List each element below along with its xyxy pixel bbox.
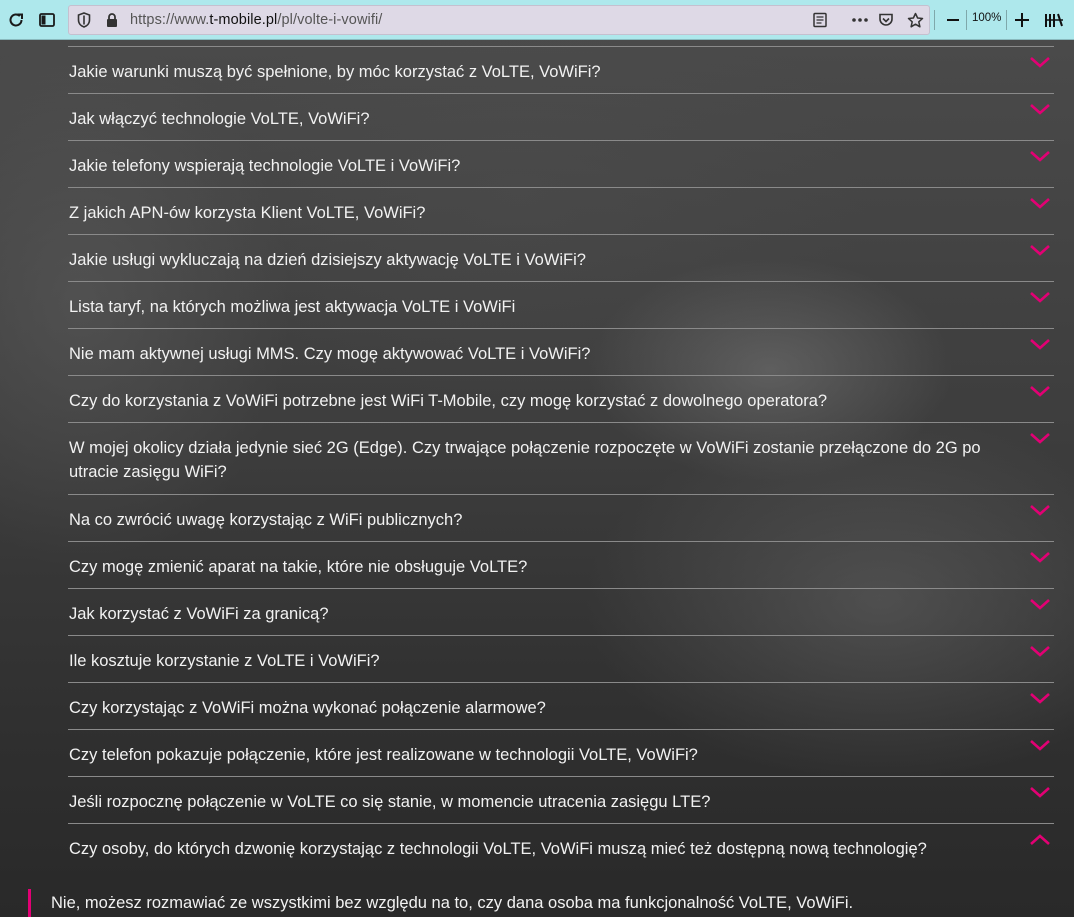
faq-question[interactable]: Jeśli rozpocznę połączenie w VoLTE co si… — [68, 777, 1054, 823]
zoom-in-icon[interactable] — [1010, 8, 1034, 32]
chevron-down-icon[interactable] — [1029, 102, 1051, 116]
faq-answer: Nie, możesz rozmawiać ze wszystkimi bez … — [28, 889, 928, 917]
faq-question[interactable]: Jak włączyć technologie VoLTE, VoWiFi? — [68, 94, 1054, 140]
chevron-down-icon[interactable] — [1029, 691, 1051, 705]
faq-question[interactable]: Jak korzystać z VoWiFi za granicą? — [68, 589, 1054, 635]
faq-question[interactable]: Czy osoby, do których dzwonię korzystają… — [68, 824, 1054, 870]
faq-item[interactable]: Lista taryf, na których możliwa jest akt… — [68, 281, 1054, 328]
chevron-down-icon[interactable] — [1029, 597, 1051, 611]
faq-question[interactable]: Ile kosztuje korzystanie z VoLTE i VoWiF… — [68, 636, 1054, 682]
chevron-down-icon[interactable] — [1029, 644, 1051, 658]
faq-item[interactable]: Jeśli rozpocznę połączenie w VoLTE co si… — [68, 776, 1054, 823]
page-content: Jakie warunki muszą być spełnione, by mó… — [0, 40, 1074, 917]
sidebar-icon[interactable] — [35, 8, 59, 32]
more-icon[interactable] — [851, 11, 869, 29]
chevron-down-icon[interactable] — [1029, 550, 1051, 564]
faq-item[interactable]: Ile kosztuje korzystanie z VoLTE i VoWiF… — [68, 635, 1054, 682]
address-bar[interactable]: https://www.t-mobile.pl/pl/volte-i-vowif… — [68, 5, 930, 35]
chevron-down-icon[interactable] — [1029, 503, 1051, 517]
chevron-down-icon[interactable] — [1029, 55, 1051, 69]
lock-icon[interactable] — [103, 11, 121, 29]
url-path: /pl/volte-i-vowifi/ — [277, 12, 383, 28]
faq-question[interactable]: Na co zwrócić uwagę korzystając z WiFi p… — [68, 495, 1054, 541]
bookmark-star-icon[interactable] — [906, 11, 924, 29]
chevron-down-icon[interactable] — [1029, 785, 1051, 799]
chevron-down-icon[interactable] — [1029, 290, 1051, 304]
faq-item[interactable]: Czy do korzystania z VoWiFi potrzebne je… — [68, 375, 1054, 422]
faq-item[interactable]: Jakie usługi wykluczają na dzień dzisiej… — [68, 234, 1054, 281]
faq-item[interactable]: Czy mogę zmienić aparat na takie, które … — [68, 541, 1054, 588]
faq-question[interactable]: Czy mogę zmienić aparat na takie, które … — [68, 542, 1054, 588]
faq-question[interactable]: Nie mam aktywnej usługi MMS. Czy mogę ak… — [68, 329, 1054, 375]
faq-item[interactable]: Czy osoby, do których dzwonię korzystają… — [68, 823, 1054, 870]
faq-item[interactable]: W mojej okolicy działa jedynie sieć 2G (… — [68, 422, 1054, 494]
chevron-down-icon[interactable] — [1029, 384, 1051, 398]
reload-icon[interactable] — [4, 8, 28, 32]
zoom-level[interactable]: 100% — [972, 12, 1001, 24]
library-icon[interactable] — [1042, 8, 1066, 32]
separator — [1006, 10, 1007, 30]
faq-question[interactable]: Lista taryf, na których możliwa jest akt… — [68, 282, 1054, 328]
reader-icon[interactable] — [811, 11, 829, 29]
faq-question[interactable]: Z jakich APN-ów korzysta Klient VoLTE, V… — [68, 188, 1054, 234]
faq-item[interactable]: Na co zwrócić uwagę korzystając z WiFi p… — [68, 494, 1054, 541]
chevron-down-icon[interactable] — [1029, 149, 1051, 163]
faq-item[interactable]: Jakie warunki muszą być spełnione, by mó… — [68, 46, 1054, 93]
faq-question[interactable]: Czy telefon pokazuje połączenie, które j… — [68, 730, 1054, 776]
faq-item[interactable]: Z jakich APN-ów korzysta Klient VoLTE, V… — [68, 187, 1054, 234]
faq-item[interactable]: Czy telefon pokazuje połączenie, które j… — [68, 729, 1054, 776]
chevron-up-icon[interactable] — [1029, 832, 1051, 846]
faq-question[interactable]: Jakie usługi wykluczają na dzień dzisiej… — [68, 235, 1054, 281]
separator — [934, 10, 935, 30]
chevron-down-icon[interactable] — [1029, 337, 1051, 351]
faq-item[interactable]: Jak włączyć technologie VoLTE, VoWiFi? — [68, 93, 1054, 140]
faq-list: Jakie warunki muszą być spełnione, by mó… — [68, 46, 1054, 870]
faq-question[interactable]: Jakie telefony wspierają technologie VoL… — [68, 141, 1054, 187]
url-prefix: https://www. — [130, 12, 210, 28]
pocket-icon[interactable] — [877, 11, 895, 29]
faq-question[interactable]: W mojej okolicy działa jedynie sieć 2G (… — [68, 423, 1054, 494]
shield-icon[interactable] — [75, 11, 93, 29]
zoom-out-icon[interactable] — [941, 8, 965, 32]
url-domain: t-mobile.pl — [209, 12, 278, 28]
separator — [966, 10, 967, 30]
faq-item[interactable]: Nie mam aktywnej usługi MMS. Czy mogę ak… — [68, 328, 1054, 375]
chevron-down-icon[interactable] — [1029, 243, 1051, 257]
faq-item[interactable]: Jak korzystać z VoWiFi za granicą? — [68, 588, 1054, 635]
chevron-down-icon[interactable] — [1029, 431, 1051, 445]
chevron-down-icon[interactable] — [1029, 738, 1051, 752]
faq-item[interactable]: Jakie telefony wspierają technologie VoL… — [68, 140, 1054, 187]
browser-toolbar: https://www.t-mobile.pl/pl/volte-i-vowif… — [0, 0, 1074, 40]
url-text[interactable]: https://www.t-mobile.pl/pl/volte-i-vowif… — [130, 12, 382, 28]
chevron-down-icon[interactable] — [1029, 196, 1051, 210]
faq-question[interactable]: Czy do korzystania z VoWiFi potrzebne je… — [68, 376, 1054, 422]
faq-question[interactable]: Czy korzystając z VoWiFi można wykonać p… — [68, 683, 1054, 729]
faq-item[interactable]: Czy korzystając z VoWiFi można wykonać p… — [68, 682, 1054, 729]
faq-question[interactable]: Jakie warunki muszą być spełnione, by mó… — [68, 47, 1054, 93]
